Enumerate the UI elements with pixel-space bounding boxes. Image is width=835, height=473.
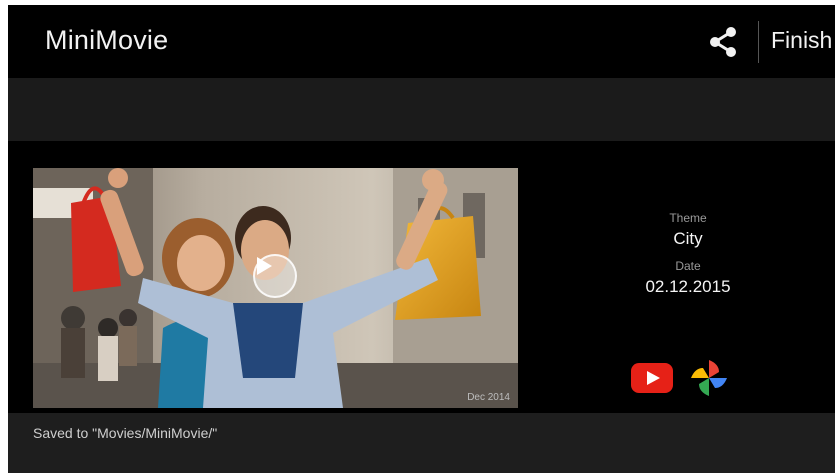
movie-info: Theme City Date 02.12.2015: [568, 211, 808, 297]
footer-bar: Saved to "Movies/MiniMovie/": [8, 413, 835, 473]
play-icon: [257, 257, 272, 275]
share-button[interactable]: [701, 22, 745, 62]
toolbar-divider: [758, 21, 759, 63]
youtube-share-button[interactable]: [631, 363, 673, 393]
youtube-icon: [631, 363, 673, 393]
google-photos-icon: [691, 360, 727, 396]
top-bar: MiniMovie Finish: [8, 5, 835, 78]
play-button[interactable]: [253, 254, 297, 298]
date-label: Date: [675, 259, 701, 273]
video-thumbnail[interactable]: Dec 2014: [33, 168, 518, 408]
theme-label: Theme: [669, 211, 707, 225]
finish-button[interactable]: Finish: [771, 27, 832, 54]
saved-location-text: Saved to "Movies/MiniMovie/": [33, 425, 218, 441]
date-value: 02.12.2015: [645, 277, 731, 296]
theme-block: Theme City: [568, 211, 808, 249]
share-icon: [710, 27, 736, 57]
toolbar-band: [8, 78, 835, 141]
photos-share-button[interactable]: [689, 358, 729, 398]
thumbnail-date: Dec 2014: [467, 392, 510, 403]
theme-value: City: [673, 229, 703, 248]
app-window: MiniMovie Finish Dec 2014 Theme City Dat…: [8, 5, 835, 473]
content-area: Dec 2014 Theme City Date 02.12.2015: [8, 141, 835, 413]
app-title: MiniMovie: [45, 25, 169, 55]
date-block: Date 02.12.2015: [568, 259, 808, 297]
